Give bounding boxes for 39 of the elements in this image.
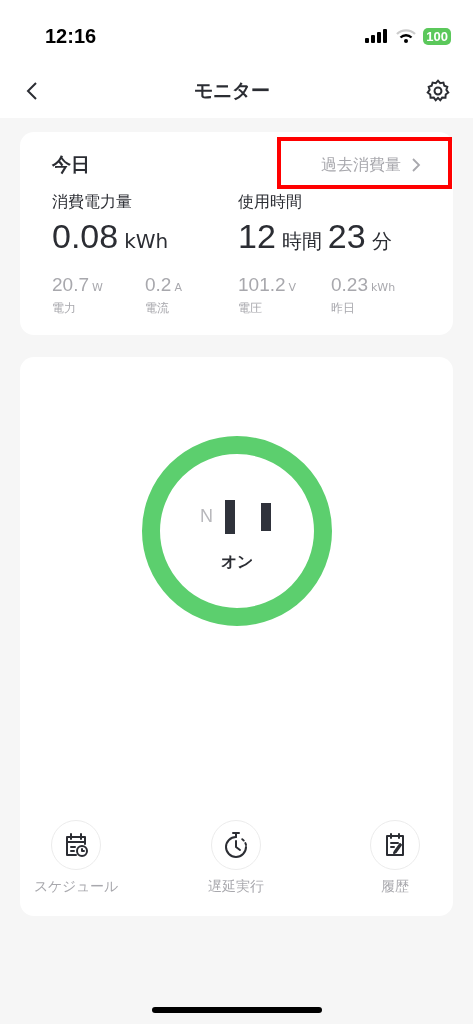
stat-unit: 分 (371, 228, 392, 255)
outlet-slots-icon (225, 499, 273, 534)
metric-label: 電圧 (238, 300, 263, 317)
back-icon[interactable] (26, 81, 38, 101)
action-label: 履歴 (381, 878, 409, 896)
stat-label: 消費電力量 (52, 192, 133, 213)
metric-unit: W (92, 281, 103, 294)
wifi-icon (396, 29, 417, 43)
metric-value: 20.7 (52, 274, 89, 296)
stat-label: 使用時間 (238, 192, 303, 213)
metric-value: 0.2 (145, 274, 172, 296)
metric-value: 0.23 (331, 274, 368, 296)
page-title: モニター (193, 78, 270, 103)
power-state: オン (220, 551, 253, 573)
metric-unit: A (174, 281, 182, 294)
metric-unit: kWh (371, 281, 396, 294)
card-title: 今日 (52, 152, 90, 177)
pole-label: N (200, 506, 213, 527)
history-button[interactable] (370, 820, 420, 870)
status-time: 12:16 (45, 24, 97, 48)
stat-value: 0.08 (52, 217, 119, 256)
signal-icon (365, 29, 390, 43)
stat-value: 23 (327, 217, 366, 256)
metric-unit: V (288, 281, 297, 294)
schedule-button[interactable] (51, 820, 101, 870)
metric-label: 昨日 (331, 300, 356, 317)
timer-button[interactable] (210, 820, 261, 870)
stat-unit: kWh (124, 229, 169, 253)
stat-unit: 時間 (281, 228, 322, 255)
power-button[interactable]: N オン (141, 436, 332, 626)
stat-value: 12 (238, 217, 276, 256)
action-label: スケジュール (34, 878, 118, 896)
action-label: 遅延実行 (207, 878, 264, 896)
settings-icon[interactable] (425, 78, 451, 104)
chevron-right-icon (411, 157, 421, 173)
metric-label: 電流 (145, 300, 170, 317)
battery-level: 100 (423, 27, 451, 45)
metric-label: 電力 (52, 300, 77, 317)
metric-value: 101.2 (238, 274, 286, 296)
